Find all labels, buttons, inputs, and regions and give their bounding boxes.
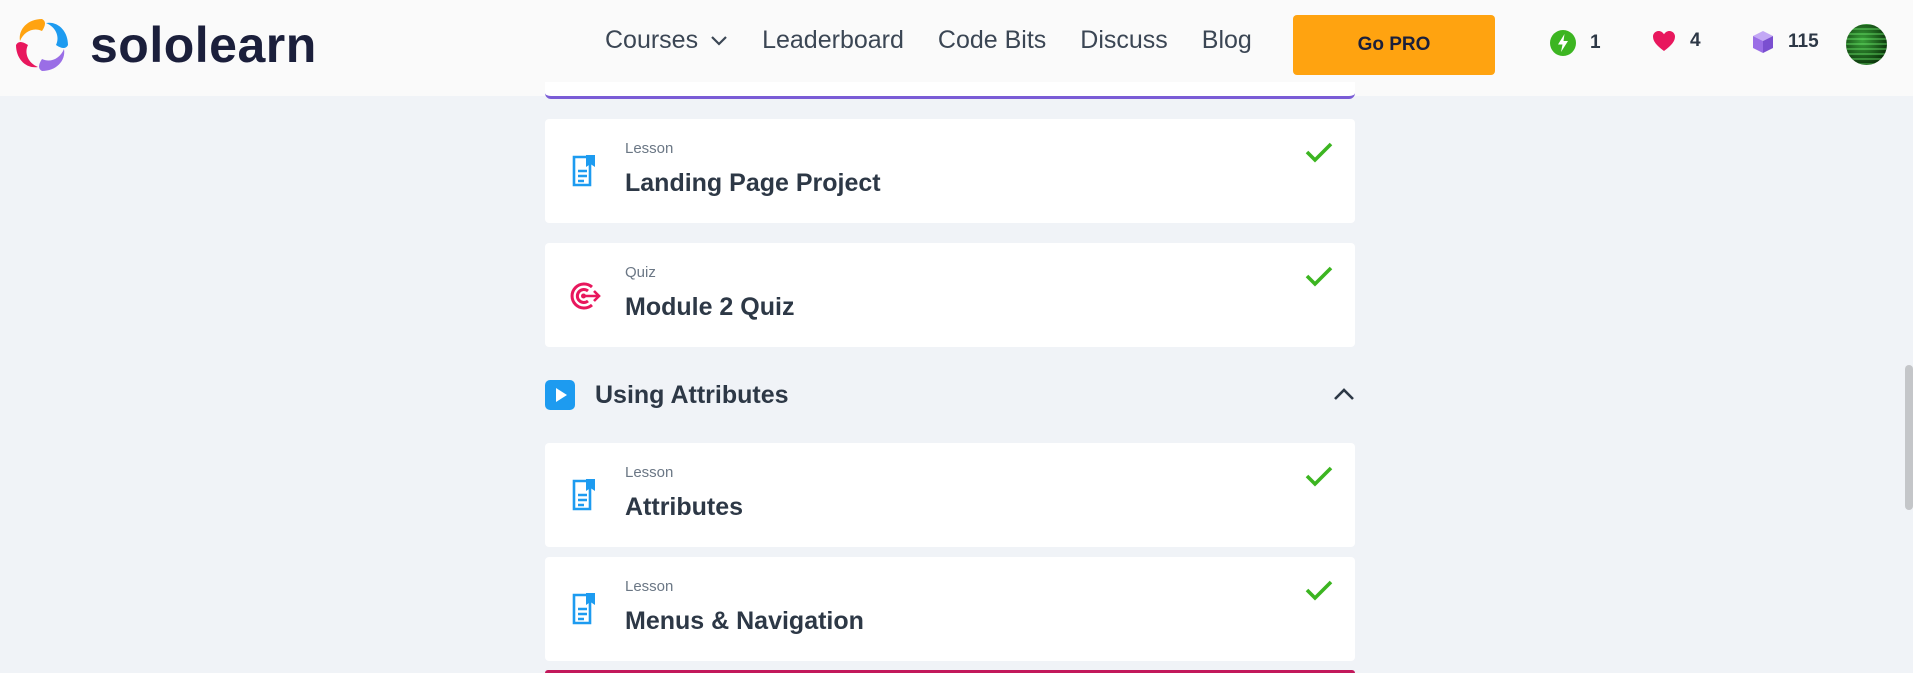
nav-courses-label: Courses (605, 26, 699, 54)
nav-leaderboard[interactable]: Leaderboard (762, 26, 904, 55)
hearts-counter[interactable]: 4 (1652, 30, 1701, 52)
card-title: Module 2 Quiz (625, 293, 795, 321)
nav-blog[interactable]: Blog (1202, 26, 1252, 55)
lightning-icon (1550, 30, 1576, 56)
nav-discuss[interactable]: Discuss (1080, 26, 1168, 55)
card-title: Attributes (625, 493, 744, 521)
card-title: Menus & Navigation (625, 607, 864, 635)
bits-counter[interactable]: 115 (1752, 30, 1819, 54)
document-icon (572, 593, 595, 625)
brand-name: sololearn (90, 17, 317, 73)
cube-icon (1753, 31, 1773, 53)
card-type-label: Lesson (625, 464, 674, 481)
streak-value: 1 (1590, 32, 1601, 53)
target-icon (570, 282, 601, 310)
heart-icon (1653, 31, 1675, 51)
go-pro-button[interactable]: Go PRO (1293, 15, 1495, 75)
section-header-using-attributes[interactable]: Using Attributes (545, 378, 1355, 412)
nav-code-bits[interactable]: Code Bits (938, 26, 1046, 55)
document-icon (572, 155, 595, 187)
chevron-up-icon[interactable] (1333, 386, 1355, 401)
nav-courses[interactable]: Courses (605, 26, 728, 55)
avatar[interactable] (1846, 24, 1887, 65)
sololearn-logo[interactable]: sololearn (12, 15, 317, 75)
play-icon (545, 380, 575, 410)
card-type-label: Lesson (625, 578, 674, 595)
sololearn-logo-icon (16, 19, 68, 71)
document-icon (572, 479, 595, 511)
checkmark-icon (1305, 266, 1333, 287)
previous-card-edge (545, 82, 1355, 99)
card-title: Landing Page Project (625, 169, 881, 197)
chevron-down-icon (711, 35, 727, 46)
lesson-card-attributes[interactable]: Lesson Attributes (545, 443, 1355, 547)
main-nav: Courses Leaderboard Code Bits Discuss Bl… (605, 26, 1286, 55)
section-title: Using Attributes (595, 380, 789, 409)
streak-counter[interactable]: 1 (1550, 30, 1601, 56)
card-type-label: Quiz (625, 264, 656, 281)
hearts-value: 4 (1690, 30, 1701, 51)
lesson-card-menus-navigation[interactable]: Lesson Menus & Navigation (545, 557, 1355, 661)
quiz-card-module-2-quiz[interactable]: Quiz Module 2 Quiz (545, 243, 1355, 347)
checkmark-icon (1305, 142, 1333, 163)
lesson-card-landing-page-project[interactable]: Lesson Landing Page Project (545, 119, 1355, 223)
page-scrollbar[interactable] (1905, 365, 1913, 510)
card-type-label: Lesson (625, 140, 674, 157)
checkmark-icon (1305, 466, 1333, 487)
bits-value: 115 (1788, 31, 1819, 52)
checkmark-icon (1305, 580, 1333, 601)
